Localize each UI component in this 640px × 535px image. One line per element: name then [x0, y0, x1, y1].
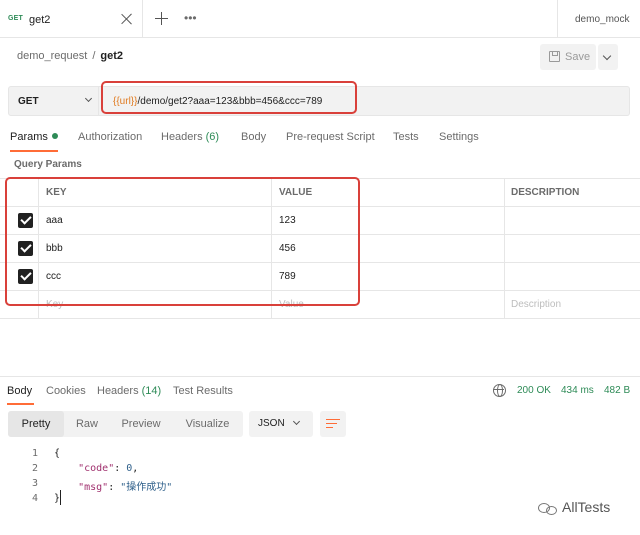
tab-params-label: Params	[10, 131, 48, 143]
tab-headers-count: (6)	[205, 131, 220, 143]
response-size[interactable]: 482 B	[604, 385, 630, 396]
request-tab[interactable]: GET get2	[0, 0, 143, 38]
tab-params[interactable]: Params	[10, 131, 58, 143]
save-label: Save	[565, 51, 591, 63]
col-divider	[504, 179, 505, 206]
save-button[interactable]: Save	[540, 44, 596, 70]
tab-body[interactable]: Body	[241, 131, 266, 143]
status-code[interactable]: 200 OK	[517, 385, 551, 396]
response-active-tab-underline	[7, 403, 34, 405]
wrap-line	[326, 423, 337, 425]
col-divider	[504, 235, 505, 262]
tab-method-badge: GET	[8, 15, 23, 22]
save-dropdown-chevron-icon[interactable]	[598, 44, 618, 70]
response-divider	[0, 376, 640, 377]
close-icon[interactable]	[120, 12, 134, 26]
response-time[interactable]: 434 ms	[561, 385, 594, 396]
breadcrumb-separator: /	[92, 50, 96, 62]
wrap-line	[326, 419, 340, 421]
code-line: "code": 0,	[78, 463, 139, 474]
response-tab-body[interactable]: Body	[7, 385, 32, 397]
tab-pre-request-script[interactable]: Pre-request Script	[286, 131, 375, 143]
json-key-code: "code"	[78, 463, 115, 474]
view-mode-toggle: Pretty Raw Preview Visualize	[8, 411, 243, 437]
url-highlight-box	[101, 81, 357, 114]
chevron-down-icon	[292, 417, 301, 426]
col-divider	[504, 291, 505, 318]
line-number: 1	[31, 448, 38, 459]
chevron-down-icon	[84, 94, 93, 103]
tab-title: get2	[29, 14, 51, 26]
json-value-code: 0	[126, 463, 133, 474]
format-label: JSON	[258, 418, 285, 429]
wrap-lines-icon[interactable]	[320, 411, 346, 437]
breadcrumb-request[interactable]: get2	[100, 50, 123, 62]
line-number: 4	[31, 493, 38, 504]
header-description: DESCRIPTION	[511, 187, 580, 198]
tab-headers-label: Headers	[161, 131, 203, 143]
response-tab-headers[interactable]: Headers (14)	[97, 385, 161, 397]
tab-headers[interactable]: Headers (6)	[161, 131, 219, 143]
view-visualize-button[interactable]: Visualize	[172, 411, 243, 437]
code-line: "msg": "操作成功"	[78, 482, 173, 493]
active-tab-underline	[10, 150, 58, 152]
method-select[interactable]: GET	[8, 86, 99, 116]
code-line: {	[54, 448, 60, 459]
params-active-dot-icon	[51, 133, 58, 139]
response-tab-cookies[interactable]: Cookies	[46, 385, 86, 397]
response-headers-label: Headers	[97, 385, 139, 397]
tab-settings[interactable]: Settings	[439, 131, 479, 143]
wrap-line	[326, 427, 333, 429]
more-tabs-icon[interactable]: •••	[184, 11, 197, 25]
method-label: GET	[18, 96, 39, 107]
json-value-msg: "操作成功"	[120, 482, 173, 493]
breadcrumb: demo_request / get2	[17, 50, 123, 62]
view-preview-button[interactable]: Preview	[110, 411, 172, 437]
response-headers-count: (14)	[141, 385, 162, 397]
tab-authorization[interactable]: Authorization	[78, 131, 142, 143]
query-params-title: Query Params	[14, 159, 82, 170]
new-tab-plus-icon[interactable]	[155, 12, 168, 25]
environment-selector[interactable]: demo_mock	[557, 0, 640, 38]
line-number: 3	[31, 478, 38, 489]
format-select[interactable]: JSON	[249, 411, 313, 437]
json-key-msg: "msg"	[78, 482, 109, 493]
environment-name: demo_mock	[575, 14, 630, 25]
tab-tests[interactable]: Tests	[393, 131, 419, 143]
col-divider	[504, 263, 505, 290]
wechat-logo-icon	[538, 503, 558, 515]
json-open-brace: {	[54, 448, 61, 459]
col-divider	[504, 207, 505, 234]
breadcrumb-collection[interactable]: demo_request	[17, 50, 87, 62]
watermark-text: AllTests	[562, 499, 611, 515]
save-disk-icon	[549, 51, 560, 62]
new-description-input[interactable]: Description	[511, 299, 561, 310]
text-cursor	[60, 490, 61, 505]
tab-strip: GET get2 ••• demo_mock	[0, 0, 640, 38]
response-tab-test-results[interactable]: Test Results	[173, 385, 233, 397]
logo-bubble	[546, 506, 557, 515]
view-pretty-button[interactable]: Pretty	[8, 411, 64, 437]
view-raw-button[interactable]: Raw	[64, 411, 110, 437]
line-number: 2	[31, 463, 38, 474]
network-globe-icon[interactable]	[493, 384, 506, 397]
params-highlight-box	[5, 177, 360, 306]
